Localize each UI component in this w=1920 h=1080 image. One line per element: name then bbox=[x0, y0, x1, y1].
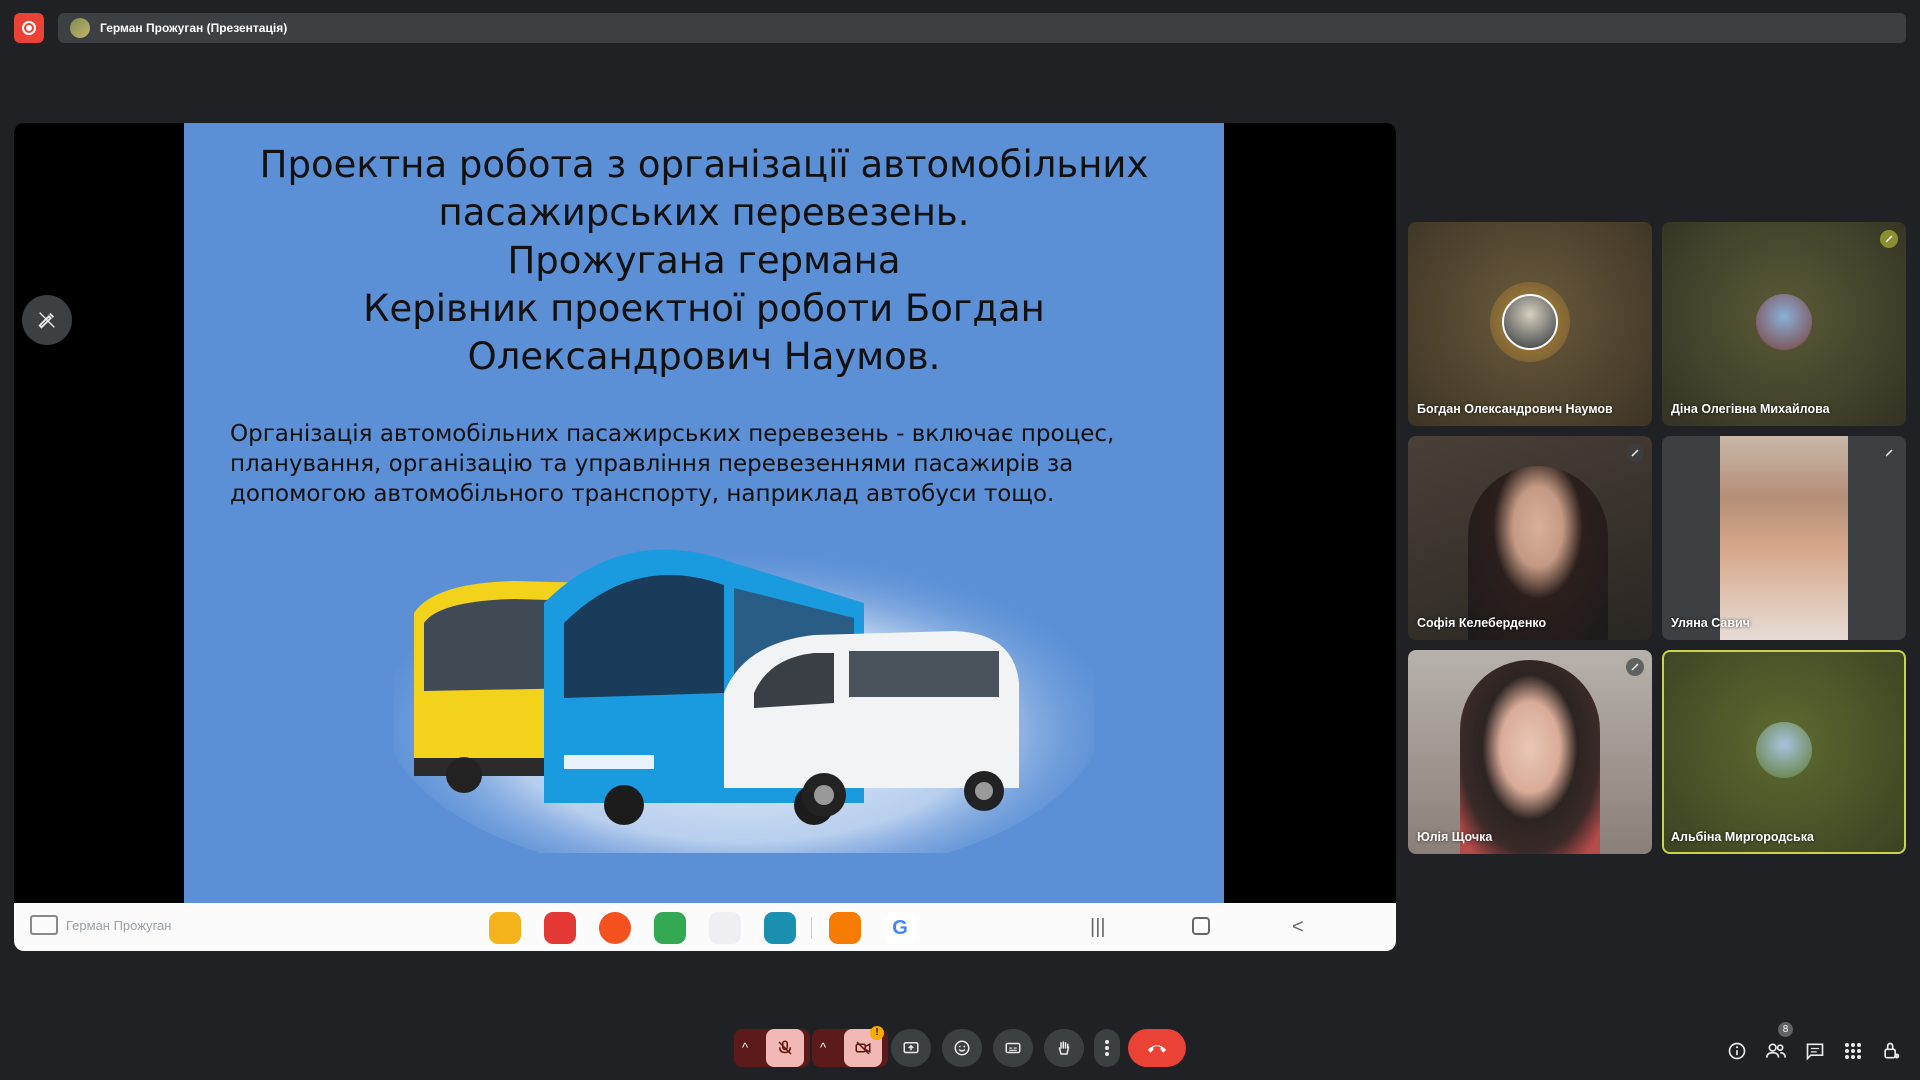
chat-button[interactable] bbox=[1803, 1039, 1827, 1063]
record-icon[interactable] bbox=[14, 13, 44, 43]
presenter-banner: Герман Прожуган (Презентація) bbox=[58, 13, 1906, 43]
participant-avatar bbox=[1502, 294, 1558, 350]
participant-name: Юлія Щочка bbox=[1417, 830, 1493, 844]
emoji-button[interactable] bbox=[942, 1029, 982, 1067]
mic-off-icon bbox=[778, 1040, 792, 1055]
camera-options-chevron-icon[interactable]: ^ bbox=[820, 1040, 826, 1055]
vehicles-image bbox=[394, 543, 1094, 853]
participant-avatar bbox=[1756, 294, 1812, 350]
participant-tile[interactable]: Богдан Олександрович Наумов bbox=[1408, 222, 1652, 426]
participant-tile-active-speaker[interactable]: Альбіна Миргородська bbox=[1662, 650, 1906, 854]
slides-app-icon bbox=[829, 912, 861, 944]
cast-icon bbox=[30, 915, 58, 935]
mic-off-icon bbox=[1626, 444, 1644, 462]
meeting-info-button[interactable] bbox=[1725, 1039, 1749, 1063]
people-button[interactable] bbox=[1764, 1039, 1788, 1063]
mic-options-chevron-icon[interactable]: ^ bbox=[742, 1040, 748, 1055]
participant-name: Альбіна Миргородська bbox=[1671, 830, 1814, 844]
host-controls-button[interactable] bbox=[1879, 1039, 1903, 1063]
shared-screen-owner: Герман Прожуган bbox=[30, 915, 171, 935]
mic-off-icon bbox=[1880, 444, 1898, 462]
calculator-app-icon bbox=[654, 912, 686, 944]
slide-title-line: Керівник проектної роботи Богдан bbox=[363, 287, 1045, 330]
participant-video bbox=[1468, 466, 1608, 640]
participant-name: Діна Олегівна Михайлова bbox=[1671, 402, 1830, 416]
folder-app-icon bbox=[489, 912, 521, 944]
people-count-badge: 8 bbox=[1778, 1022, 1793, 1037]
slide-title-line: Олександрович Наумов. bbox=[467, 335, 941, 378]
participant-name: Софія Келеберденко bbox=[1417, 616, 1547, 630]
notes-app-icon bbox=[544, 912, 576, 944]
back-icon: < bbox=[1292, 916, 1304, 938]
slide-body-line: планування, організацію та управління пе… bbox=[230, 451, 1074, 477]
info-icon bbox=[1728, 1042, 1746, 1060]
emoji-icon bbox=[954, 1040, 970, 1056]
speaking-indicator-icon bbox=[1880, 230, 1898, 248]
contacts-app-icon bbox=[599, 912, 631, 944]
captions-button[interactable] bbox=[993, 1029, 1033, 1067]
raise-hand-icon bbox=[1058, 1041, 1070, 1055]
camera-off-icon bbox=[855, 1041, 871, 1055]
participant-avatar bbox=[1756, 722, 1812, 778]
leave-call-button[interactable] bbox=[1128, 1029, 1186, 1067]
participant-tile[interactable]: Софія Келеберденко bbox=[1408, 436, 1652, 640]
participant-tile[interactable]: Діна Олегівна Михайлова bbox=[1662, 222, 1906, 426]
camera-alert-badge: ! bbox=[870, 1026, 884, 1040]
participant-name: Богдан Олександрович Наумов bbox=[1417, 402, 1613, 416]
host-controls-icon bbox=[1884, 1042, 1900, 1059]
participant-name: Уляна Савич bbox=[1671, 616, 1750, 630]
apps-icon bbox=[1845, 1043, 1861, 1059]
participant-tile[interactable]: Юлія Щочка bbox=[1408, 650, 1652, 854]
slide-title-line: пасажирських перевезень. bbox=[438, 191, 970, 234]
slide-body: Організація автомобільних пасажирських п… bbox=[230, 419, 1180, 509]
dock-divider bbox=[811, 917, 812, 939]
more-vert-icon bbox=[1105, 1040, 1109, 1056]
gallery-app-icon bbox=[709, 912, 741, 944]
participant-tile[interactable]: Уляна Савич bbox=[1662, 436, 1906, 640]
home-icon bbox=[1192, 917, 1210, 935]
slide: Проектна робота з організації автомобіль… bbox=[184, 123, 1224, 903]
activities-button[interactable] bbox=[1841, 1039, 1865, 1063]
participant-video bbox=[1460, 660, 1600, 854]
shared-device-navbar: Герман Прожуган G ||| < bbox=[14, 903, 1396, 951]
slide-title-line: Прожугана германа bbox=[507, 239, 901, 282]
pen-icon[interactable] bbox=[22, 295, 72, 345]
chat-icon bbox=[1806, 1043, 1824, 1061]
presenter-avatar bbox=[70, 18, 90, 38]
slide-body-line: Організація автомобільних пасажирських п… bbox=[230, 421, 1115, 447]
shared-screen-owner-name: Герман Прожуган bbox=[66, 917, 172, 933]
participant-video bbox=[1720, 436, 1848, 640]
present-icon bbox=[903, 1042, 919, 1054]
more-options-button[interactable] bbox=[1094, 1029, 1120, 1067]
recent-apps-icon: ||| bbox=[1090, 916, 1106, 938]
people-icon bbox=[1766, 1043, 1786, 1058]
captions-icon bbox=[1005, 1042, 1021, 1054]
slide-body-line: допомогою автомобільного транспорту, нап… bbox=[230, 481, 1055, 507]
raise-hand-button[interactable] bbox=[1044, 1029, 1084, 1067]
google-app-icon: G bbox=[884, 912, 916, 944]
end-call-icon bbox=[1147, 1045, 1167, 1053]
mic-off-icon bbox=[1626, 658, 1644, 676]
mic-toggle-button[interactable] bbox=[766, 1029, 804, 1067]
slide-title-line: Проектна робота з організації автомобіль… bbox=[259, 143, 1149, 186]
calendar-app-icon bbox=[764, 912, 796, 944]
slide-title: Проектна робота з організації автомобіль… bbox=[184, 141, 1224, 381]
presentation-stage: Проектна робота з організації автомобіль… bbox=[14, 123, 1396, 951]
present-button[interactable] bbox=[891, 1029, 931, 1067]
presenter-banner-title: Герман Прожуган (Презентація) bbox=[100, 21, 288, 35]
